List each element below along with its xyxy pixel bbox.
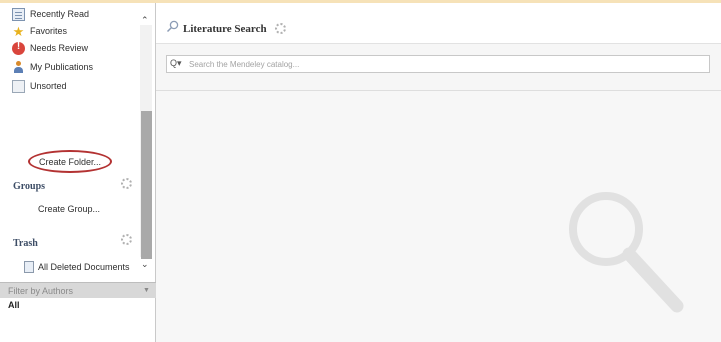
filter-by-authors-dropdown[interactable]: Filter by Authors ▼ xyxy=(0,282,156,298)
sidebar-item-label: Unsorted xyxy=(30,81,67,91)
loading-spinner-icon xyxy=(275,23,286,34)
needs-review-icon xyxy=(12,41,25,55)
sidebar-item-label: Recently Read xyxy=(30,9,90,19)
sidebar-item-all-deleted-documents[interactable]: All Deleted Documents xyxy=(24,260,130,274)
sidebar: Recently Read ★ Favorites Needs Review M… xyxy=(0,3,156,342)
scroll-down-arrow-icon[interactable]: ⌄ xyxy=(141,259,149,270)
sidebar-item-label: Needs Review xyxy=(30,43,89,53)
unsorted-icon xyxy=(12,79,25,93)
main-panel: Literature Search Q▾ xyxy=(156,3,721,342)
magnifier-watermark-icon xyxy=(569,192,684,313)
deleted-document-icon xyxy=(24,261,34,273)
create-folder-button[interactable]: Create Folder... xyxy=(28,150,112,173)
person-icon xyxy=(12,60,25,74)
scrollbar-thumb[interactable] xyxy=(141,111,152,259)
sidebar-item-label: Favorites xyxy=(30,26,68,36)
recently-read-icon xyxy=(12,7,25,21)
search-options-icon[interactable]: Q▾ xyxy=(170,58,182,69)
groups-title: Groups xyxy=(13,181,46,192)
catalog-search-input[interactable] xyxy=(166,55,710,73)
trash-title: Trash xyxy=(13,238,38,249)
search-results-area xyxy=(156,90,721,342)
sidebar-item-needs-review[interactable]: Needs Review xyxy=(12,40,88,56)
scroll-up-arrow-icon[interactable]: ⌃ xyxy=(141,15,149,26)
star-icon: ★ xyxy=(12,23,25,39)
chevron-down-icon: ▼ xyxy=(143,287,150,294)
sidebar-item-my-publications[interactable]: My Publications xyxy=(12,59,93,75)
trash-sync-icon[interactable] xyxy=(121,234,132,245)
search-icon xyxy=(166,20,179,33)
sidebar-item-favorites[interactable]: ★ Favorites xyxy=(12,23,67,39)
catalog-search-bar: Q▾ xyxy=(156,43,721,90)
sidebar-item-label: My Publications xyxy=(30,62,94,72)
create-group-button[interactable]: Create Group... xyxy=(38,204,100,214)
create-folder-label: Create Folder... xyxy=(38,156,102,167)
filter-item-all[interactable]: All xyxy=(8,300,20,310)
sidebar-item-unsorted[interactable]: Unsorted xyxy=(12,78,67,94)
page-title: Literature Search xyxy=(183,23,267,35)
sidebar-item-recently-read[interactable]: Recently Read xyxy=(12,6,89,22)
sidebar-item-label: All Deleted Documents xyxy=(38,262,130,272)
filter-label: Filter by Authors xyxy=(8,285,74,296)
literature-search-header: Literature Search xyxy=(156,3,721,43)
groups-sync-icon[interactable] xyxy=(121,178,132,189)
